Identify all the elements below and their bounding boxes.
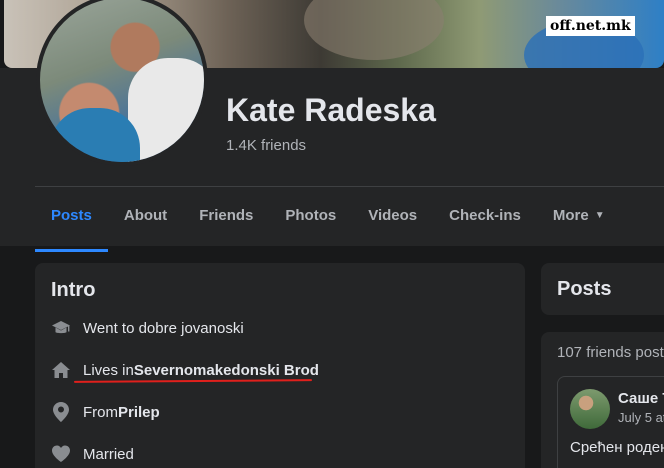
tab-posts[interactable]: Posts	[35, 192, 108, 252]
intro-item-relationship: Married	[51, 444, 134, 464]
tab-label: Check-ins	[449, 207, 521, 224]
tab-label: Posts	[51, 207, 92, 224]
cover-detail	[304, 0, 444, 60]
tab-check-ins[interactable]: Check-ins	[433, 192, 537, 246]
intro-item-text: Went to dobre jovanoski	[83, 319, 244, 337]
tab-label: Videos	[368, 207, 418, 224]
tab-more[interactable]: More ▼	[537, 192, 621, 246]
post-text: Срећен роден	[570, 439, 664, 456]
header-divider	[35, 186, 664, 187]
profile-avatar[interactable]	[36, 0, 208, 166]
intro-item-lives-in: Lives in Severnomakedonski Brod	[51, 360, 319, 380]
avatar-detail	[50, 108, 140, 162]
tab-friends[interactable]: Friends	[183, 192, 269, 246]
profile-name: Kate Radeska	[226, 92, 436, 128]
intro-item-text: From	[83, 403, 118, 421]
intro-item-link[interactable]: Severnomakedonski Brod	[134, 362, 319, 379]
watermark: off.net.mk	[546, 16, 635, 36]
intro-item-from: From Prilep	[51, 402, 160, 422]
friend-post[interactable]: Саше Т July 5 at Срећен роден	[557, 376, 664, 468]
friends-count[interactable]: 1.4K friends	[226, 137, 306, 154]
intro-card: Intro Went to dobre jovanoski Lives in S…	[35, 263, 525, 468]
heart-icon	[51, 444, 71, 464]
tab-label: More	[552, 207, 589, 224]
avatar[interactable]	[570, 389, 610, 429]
intro-item-link[interactable]: Prilep	[118, 404, 160, 421]
intro-title: Intro	[51, 279, 96, 301]
post-author[interactable]: Саше Т	[618, 390, 664, 407]
posts-card: Posts	[541, 263, 664, 315]
intro-item-text: Lives in	[83, 361, 134, 379]
graduation-cap-icon	[51, 318, 71, 338]
avatar-detail	[128, 58, 204, 162]
friends-posts-card: 107 friends post Саше Т July 5 at Срећен…	[541, 332, 664, 468]
tab-label: About	[123, 207, 168, 224]
tab-about[interactable]: About	[108, 192, 183, 246]
posts-title: Posts	[557, 278, 612, 300]
intro-item-education: Went to dobre jovanoski	[51, 318, 244, 338]
friends-posts-header: 107 friends post	[557, 344, 664, 361]
tab-label: Photos	[285, 207, 337, 224]
tab-photos[interactable]: Photos	[269, 192, 352, 246]
location-pin-icon	[51, 402, 71, 422]
intro-item-text: Married	[83, 445, 134, 463]
caret-down-icon: ▼	[594, 210, 605, 222]
home-icon	[51, 360, 71, 380]
post-date[interactable]: July 5 at	[618, 410, 664, 425]
profile-tabs: Posts About Friends Photos Videos Check-…	[35, 192, 621, 252]
tab-label: Friends	[199, 207, 254, 224]
tab-videos[interactable]: Videos	[352, 192, 433, 246]
